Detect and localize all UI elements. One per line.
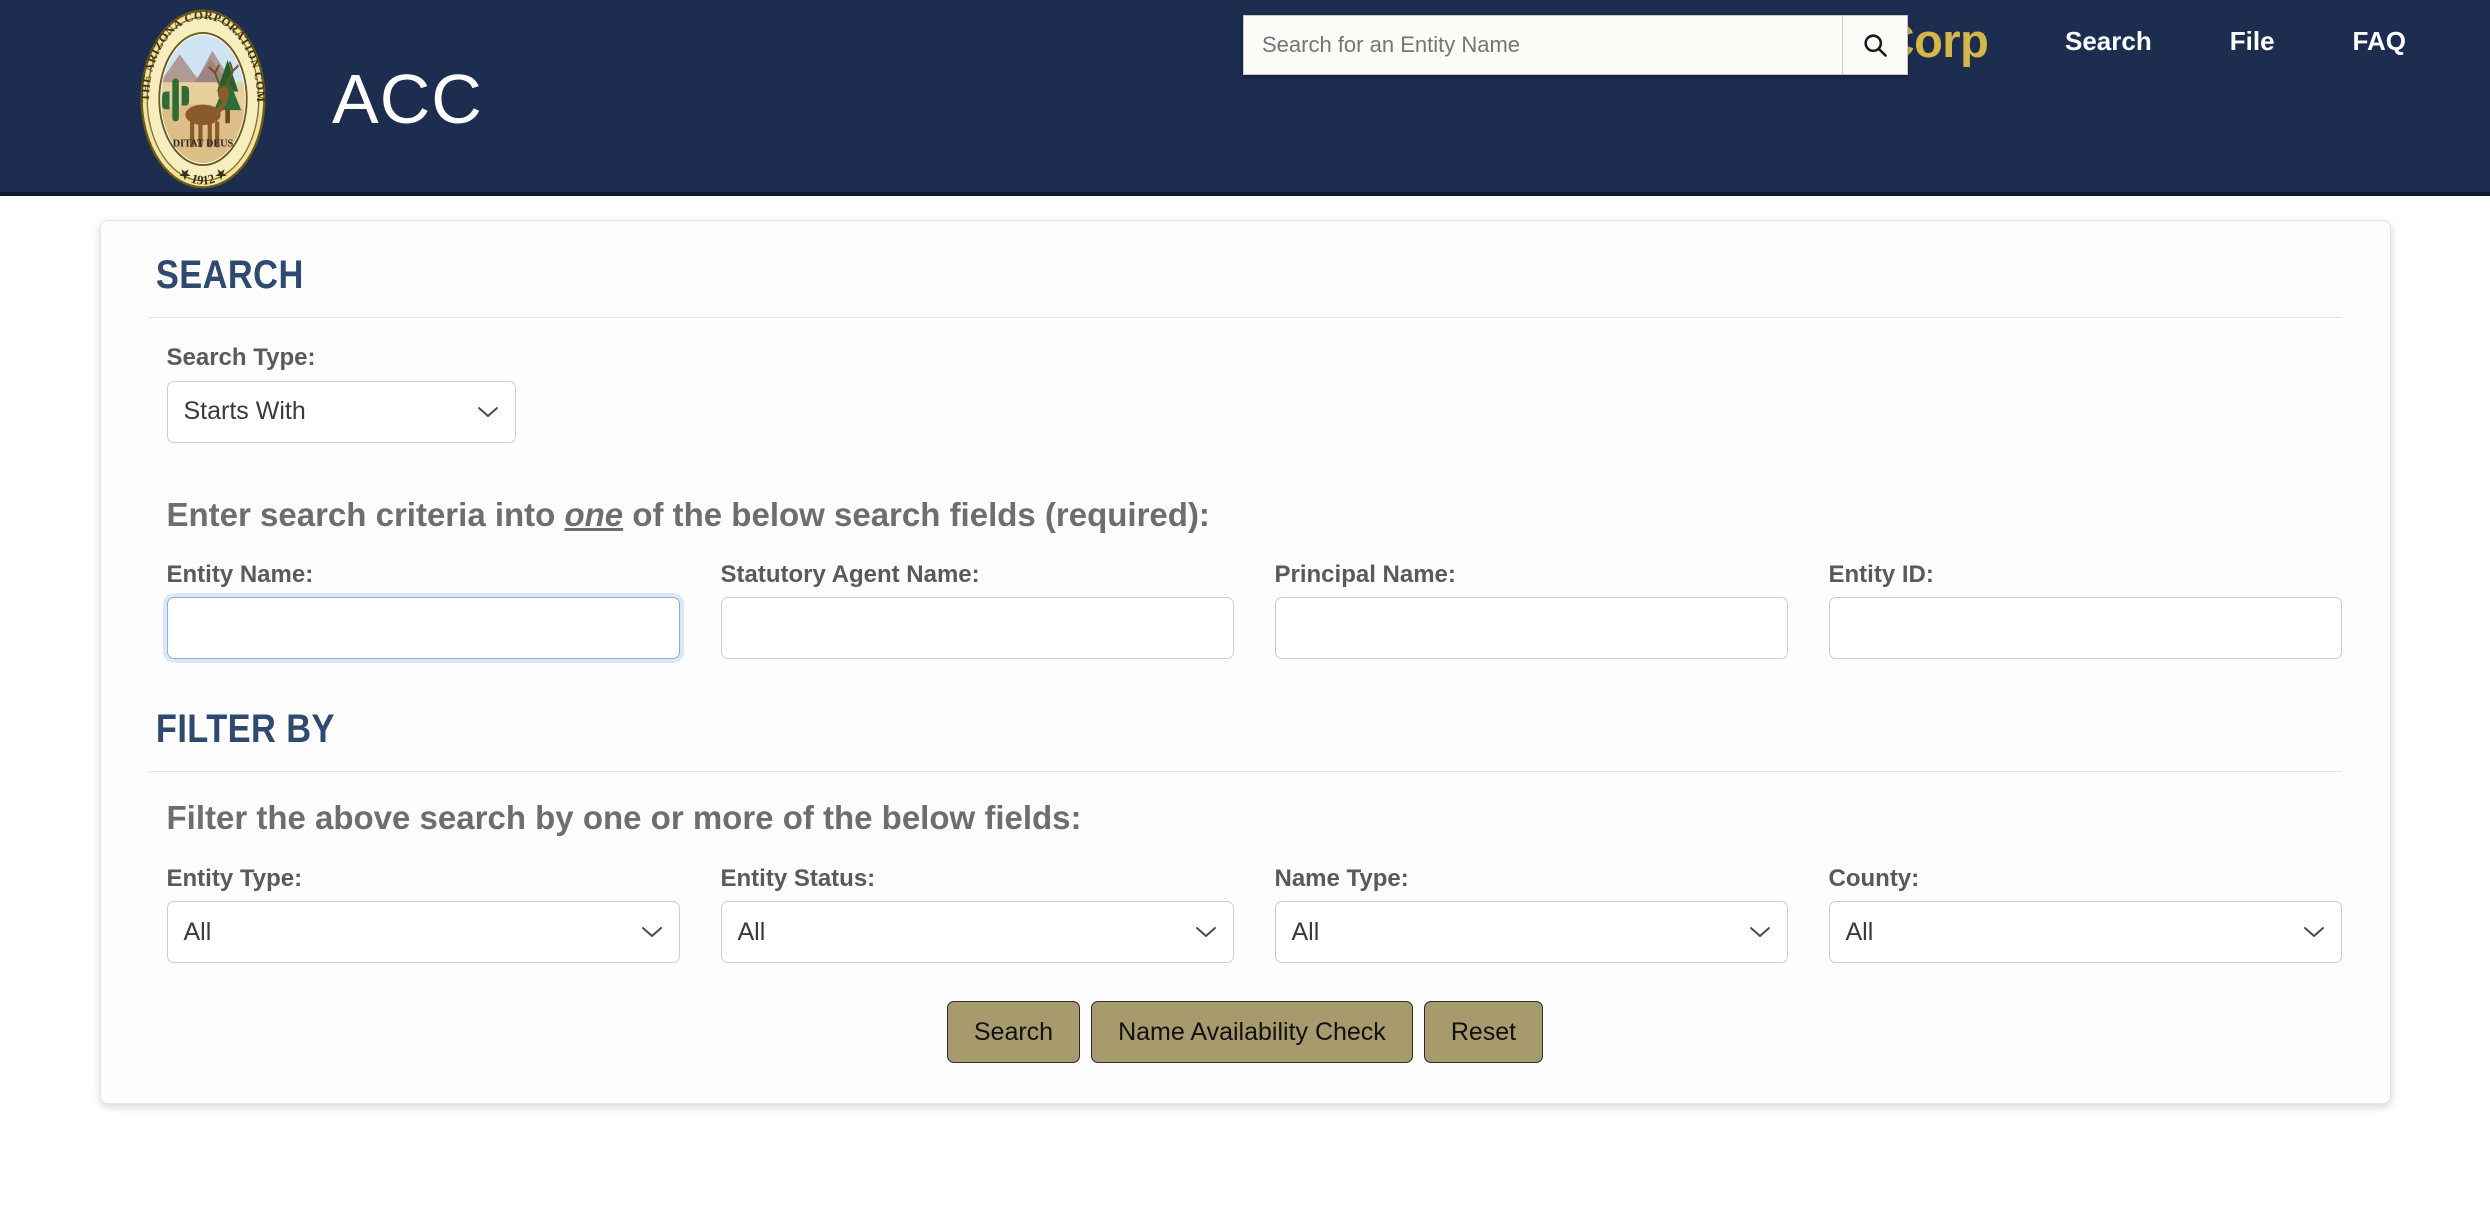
entity-type-label: Entity Type: bbox=[166, 864, 303, 892]
field-entity-id: Entity ID: bbox=[1828, 560, 2342, 660]
filter-instruction: Filter the above search by one or more o… bbox=[166, 799, 1082, 837]
search-button[interactable]: Search bbox=[946, 1001, 1081, 1064]
principal-name-label: Principal Name: bbox=[1274, 560, 1456, 588]
county-label: County: bbox=[1828, 864, 1920, 892]
action-button-row: Search Name Availability Check Reset bbox=[149, 1001, 2342, 1064]
principal-name-input[interactable] bbox=[1274, 597, 1788, 660]
entity-name-label: Entity Name: bbox=[166, 560, 314, 588]
header-branding: DITAT DEUS SEAL OF THE ARIZONA CORPORATI… bbox=[110, 6, 483, 192]
entity-status-select[interactable]: All bbox=[720, 901, 1234, 964]
statutory-agent-name-input[interactable] bbox=[720, 597, 1234, 660]
entity-type-select-wrap[interactable]: All bbox=[166, 901, 680, 964]
entity-type-select[interactable]: All bbox=[166, 901, 680, 964]
nav-item-faq[interactable]: FAQ bbox=[2353, 28, 2406, 54]
name-type-select[interactable]: All bbox=[1274, 901, 1788, 964]
field-entity-name: Entity Name: bbox=[166, 560, 680, 660]
county-select[interactable]: All bbox=[1828, 901, 2342, 964]
name-type-label: Name Type: bbox=[1274, 864, 1409, 892]
name-type-select-wrap[interactable]: All bbox=[1274, 901, 1788, 964]
search-icon bbox=[1864, 34, 1887, 57]
reset-button[interactable]: Reset bbox=[1423, 1001, 1544, 1064]
search-type-select-wrap[interactable]: Starts With bbox=[166, 380, 516, 443]
nav-item-search[interactable]: Search bbox=[2065, 28, 2152, 54]
site-header: DITAT DEUS SEAL OF THE ARIZONA CORPORATI… bbox=[0, 0, 2490, 196]
entity-id-label: Entity ID: bbox=[1828, 560, 1934, 588]
name-availability-check-button[interactable]: Name Availability Check bbox=[1091, 1001, 1413, 1064]
nav-item-file[interactable]: File bbox=[2230, 28, 2275, 54]
entity-id-input[interactable] bbox=[1828, 597, 2342, 660]
field-principal-name: Principal Name: bbox=[1274, 560, 1788, 660]
filter-name-type: Name Type: All bbox=[1274, 864, 1788, 964]
entity-status-label: Entity Status: bbox=[720, 864, 876, 892]
header-search-button[interactable] bbox=[1842, 16, 1907, 74]
search-fields-row: Entity Name: Statutory Agent Name: Princ… bbox=[149, 561, 2342, 660]
search-card: SEARCH Search Type: Starts With Enter se… bbox=[99, 220, 2391, 1105]
county-select-wrap[interactable]: All bbox=[1828, 901, 2342, 964]
arizona-corporation-commission-seal-icon: DITAT DEUS SEAL OF THE ARIZONA CORPORATI… bbox=[110, 6, 266, 189]
filter-fields-row: Entity Type: All Entity Status: All Name… bbox=[149, 865, 2342, 964]
agency-abbreviation: ACC bbox=[332, 60, 483, 138]
filter-county: County: All bbox=[1828, 864, 2342, 964]
statutory-agent-name-label: Statutory Agent Name: bbox=[720, 560, 980, 588]
search-type-block: Search Type: Starts With bbox=[149, 344, 2342, 443]
field-statutory-agent-name: Statutory Agent Name: bbox=[720, 560, 1234, 660]
search-type-select[interactable]: Starts With bbox=[166, 380, 516, 443]
search-section-divider bbox=[148, 317, 2342, 318]
header-search-widget[interactable] bbox=[1243, 15, 1908, 75]
header-search-input[interactable] bbox=[1244, 16, 1842, 74]
filter-section-heading: FILTER BY bbox=[155, 707, 335, 752]
search-criteria-instruction: Enter search criteria into one of the be… bbox=[149, 495, 2342, 533]
search-type-label: Search Type: bbox=[166, 344, 316, 371]
instruction-text-before: Enter search criteria into bbox=[166, 495, 565, 533]
filter-entity-status: Entity Status: All bbox=[720, 864, 1234, 964]
page-body: SEARCH Search Type: Starts With Enter se… bbox=[0, 196, 2490, 1208]
seal-motto: DITAT DEUS bbox=[173, 138, 234, 149]
filter-section-divider bbox=[148, 771, 2342, 773]
main-navigation: Search File FAQ bbox=[2065, 28, 2406, 54]
instruction-text-after: of the below search fields (required): bbox=[623, 495, 1210, 533]
entity-status-select-wrap[interactable]: All bbox=[720, 901, 1234, 964]
entity-name-input[interactable] bbox=[166, 597, 680, 660]
instruction-emphasis: one bbox=[564, 495, 624, 533]
search-section-heading: SEARCH bbox=[155, 253, 304, 297]
filter-entity-type: Entity Type: All bbox=[166, 864, 680, 964]
